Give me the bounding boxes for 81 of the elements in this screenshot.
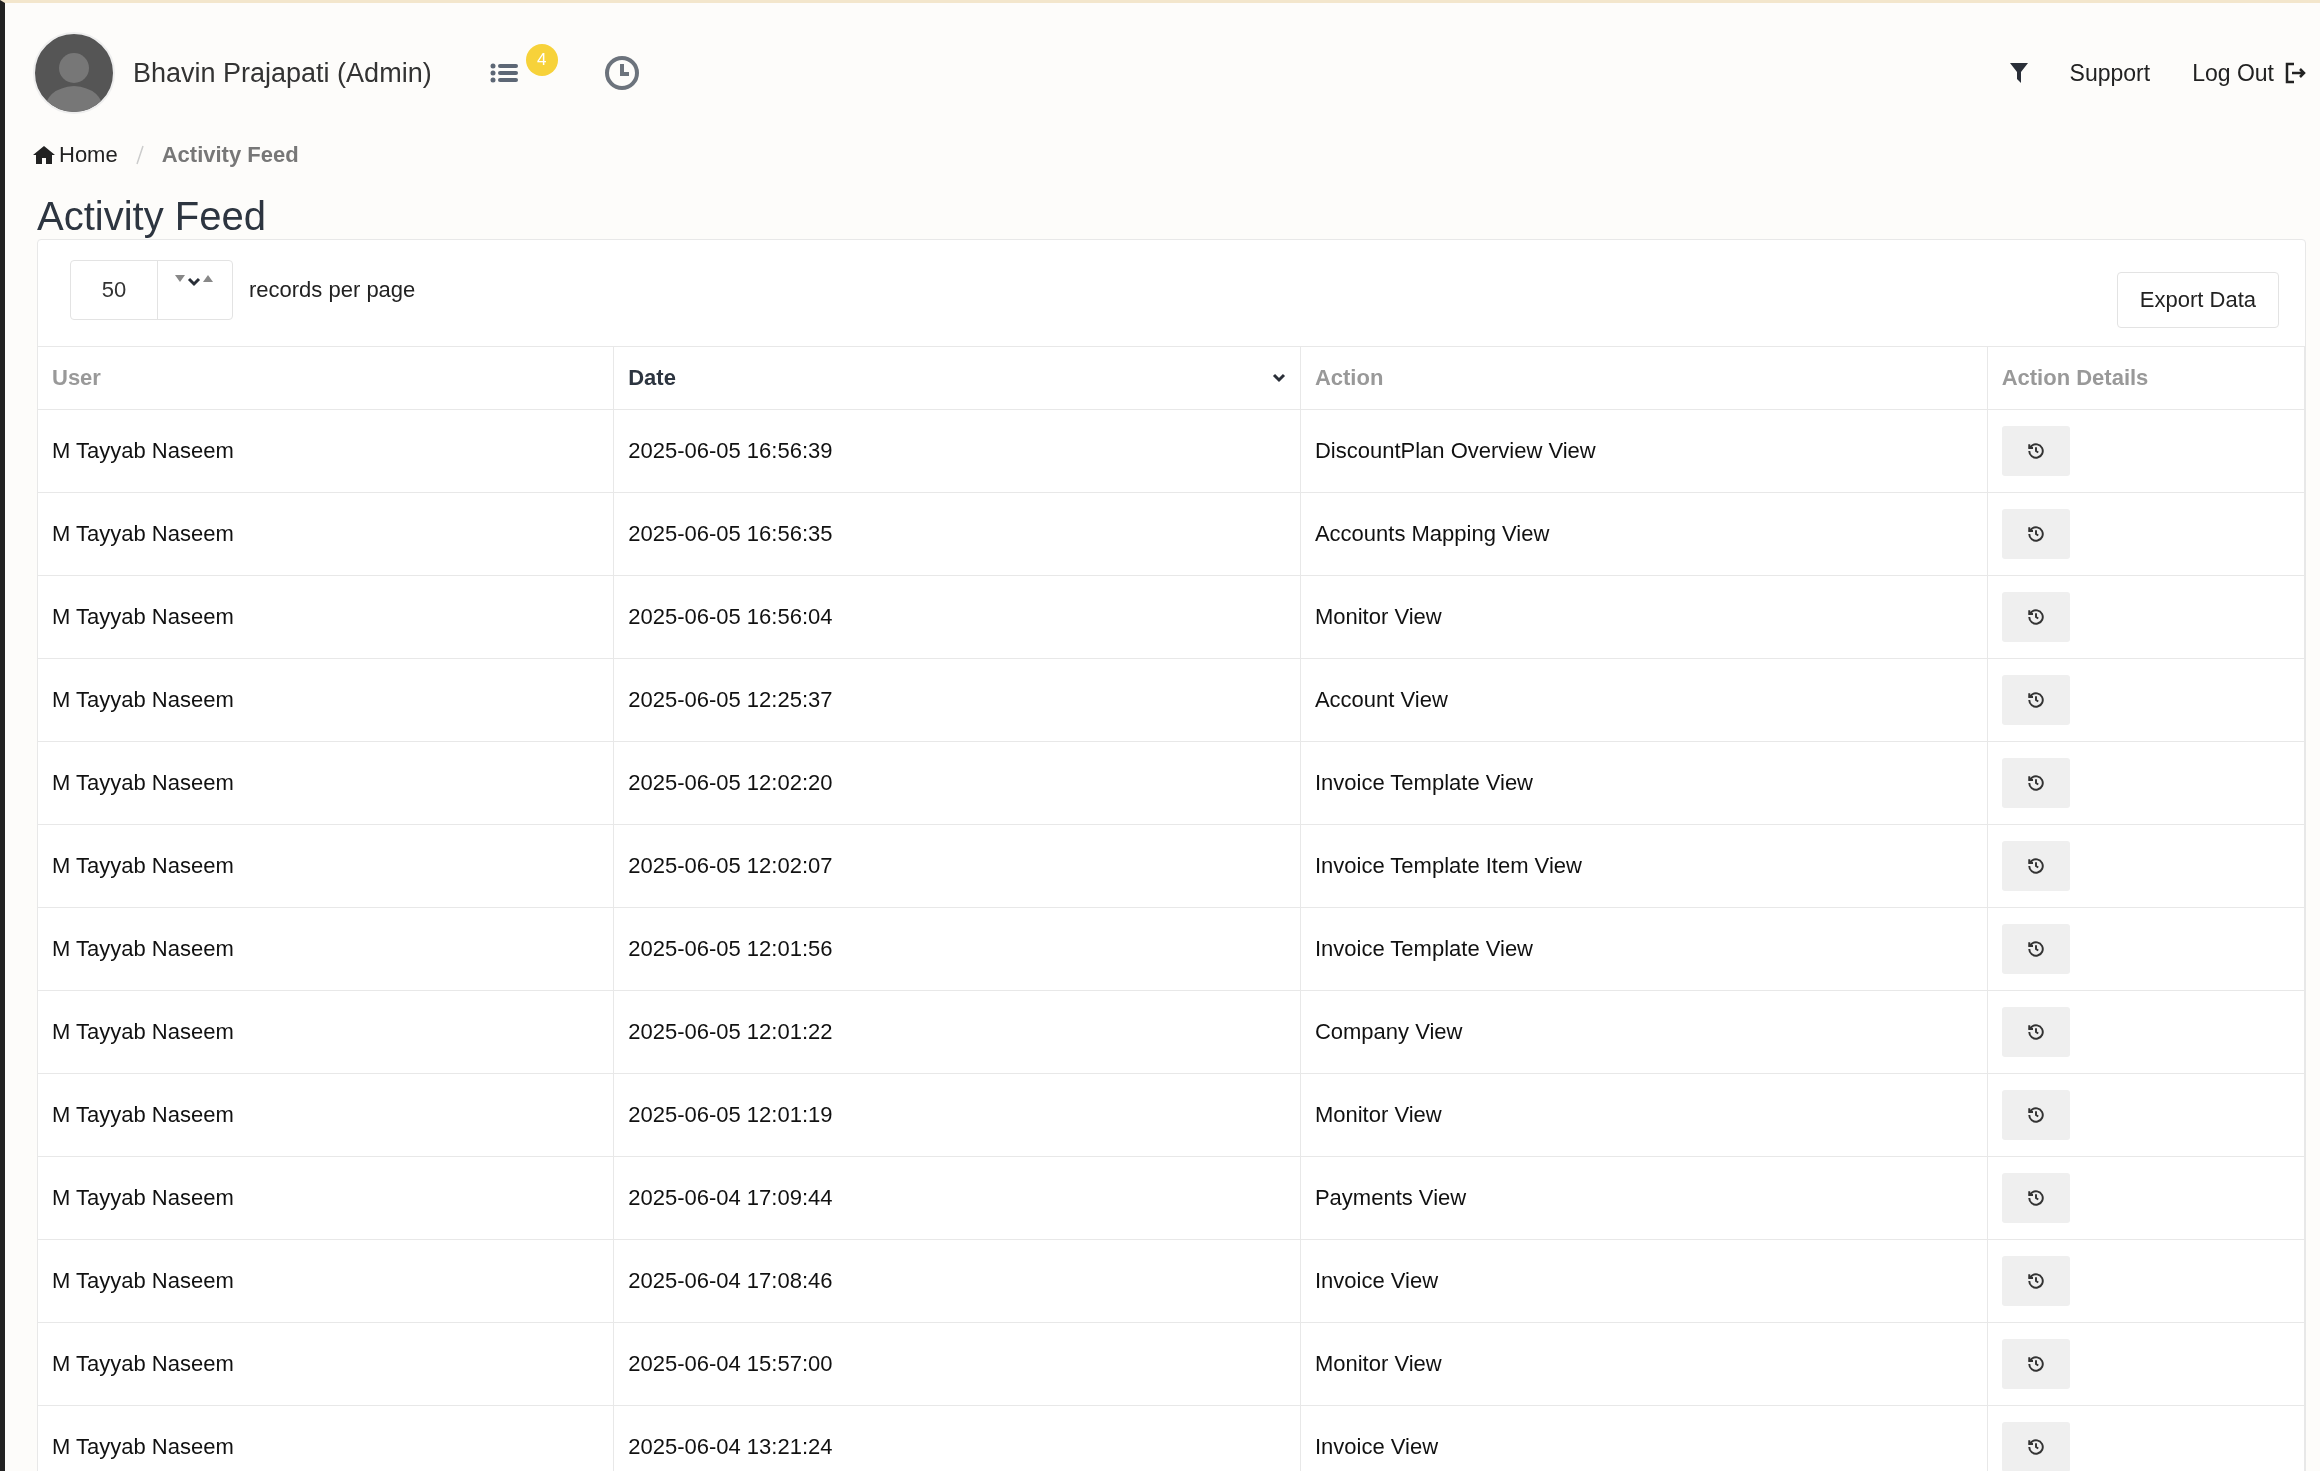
history-button[interactable] [2001,758,2070,808]
table-cell: 2025-06-05 16:56:04 [613,575,1301,659]
history-icon [2026,1355,2045,1373]
table-cell: M Tayyab Naseem [38,409,614,493]
table-cell: M Tayyab Naseem [38,1322,614,1406]
logout-link[interactable]: Log Out [2192,59,2306,87]
filter-icon[interactable] [2009,63,2028,83]
history-icon [2026,1438,2045,1456]
table-cell: Company View [1300,990,1988,1074]
table-cell: DiscountPlan Overview View [1300,409,1988,493]
table-cell: Accounts Mapping View [1300,492,1988,576]
table-cell: 2025-06-05 16:56:35 [613,492,1301,576]
notification-badge: 4 [525,44,558,76]
column-header[interactable]: Date [613,346,1301,410]
export-data-button[interactable]: Export Data [2116,272,2279,328]
history-button[interactable] [2001,1007,2070,1057]
table-cell: 2025-06-05 12:02:07 [613,824,1301,908]
table-cell: Invoice View [1300,1239,1988,1323]
table-cell: M Tayyab Naseem [38,658,614,742]
table-cell: 2025-06-04 17:09:44 [613,1156,1301,1240]
history-icon [2026,691,2045,709]
table-cell: M Tayyab Naseem [38,1156,614,1240]
table-cell: 2025-06-05 12:25:37 [613,658,1301,742]
history-button[interactable] [2001,509,2070,559]
table-cell: M Tayyab Naseem [38,1239,614,1323]
history-icon [2026,857,2045,875]
table-cell: Monitor View [1300,1073,1988,1157]
table-cell: 2025-06-04 15:57:00 [613,1322,1301,1406]
support-link[interactable]: Support [2069,59,2151,87]
history-icon [2026,1106,2045,1124]
current-page-label: Activity Feed [161,142,299,168]
table-cell: M Tayyab Naseem [38,907,614,991]
breadcrumb-link[interactable]: Home [33,142,118,168]
table-cell: 2025-06-05 12:01:19 [613,1073,1301,1157]
history-button[interactable] [2001,841,2070,891]
table-cell: Account View [1300,658,1988,742]
history-button[interactable] [2001,426,2070,476]
history-icon [2026,1189,2045,1207]
table-cell: Invoice Template Item View [1300,824,1988,908]
table-cell: M Tayyab Naseem [38,741,614,825]
history-icon [2026,442,2045,460]
chevron-down-icon [1271,373,1286,383]
table-cell: 2025-06-05 12:01:22 [613,990,1301,1074]
table-cell: Invoice Template View [1300,741,1988,825]
home-icon [33,145,55,165]
history-icon [2026,525,2045,543]
history-button[interactable] [2001,1422,2070,1471]
table-cell: M Tayyab Naseem [38,824,614,908]
history-icon [2026,940,2045,958]
history-button[interactable] [2001,1256,2070,1306]
table-cell: Payments View [1300,1156,1988,1240]
table-cell: Monitor View [1300,575,1988,659]
table-cell: M Tayyab Naseem [38,575,614,659]
table-cell: 2025-06-05 12:01:56 [613,907,1301,991]
table-cell: M Tayyab Naseem [38,990,614,1074]
table-cell: Invoice Template View [1300,907,1988,991]
table-cell: M Tayyab Naseem [38,1405,614,1471]
history-icon [2026,1023,2045,1041]
history-icon [2026,774,2045,792]
table-cell: Monitor View [1300,1322,1988,1406]
table-cell: M Tayyab Naseem [38,492,614,576]
logout-icon [2284,62,2306,84]
history-icon [2026,1272,2045,1290]
history-button[interactable] [2001,675,2070,725]
table-cell: 2025-06-05 16:56:39 [613,409,1301,493]
table-cell: 2025-06-04 13:21:24 [613,1405,1301,1471]
history-button[interactable] [2001,1090,2070,1140]
page-title: Activity Feed [37,193,267,239]
table-cell: Invoice View [1300,1405,1988,1471]
breadcrumb-separator [135,145,144,165]
page-size-select[interactable]: 50 [70,260,233,320]
records-per-page-label: records per page [249,277,416,303]
user-name: Bhavin Prajapati (Admin) [133,57,432,89]
history-button[interactable] [2001,1173,2070,1223]
table-cell: 2025-06-05 12:02:20 [613,741,1301,825]
table-cell: 2025-06-04 17:08:46 [613,1239,1301,1323]
history-button[interactable] [2001,592,2070,642]
table-cell: M Tayyab Naseem [38,1073,614,1157]
history-button[interactable] [2001,924,2070,974]
history-icon [2026,608,2045,626]
history-button[interactable] [2001,1339,2070,1389]
